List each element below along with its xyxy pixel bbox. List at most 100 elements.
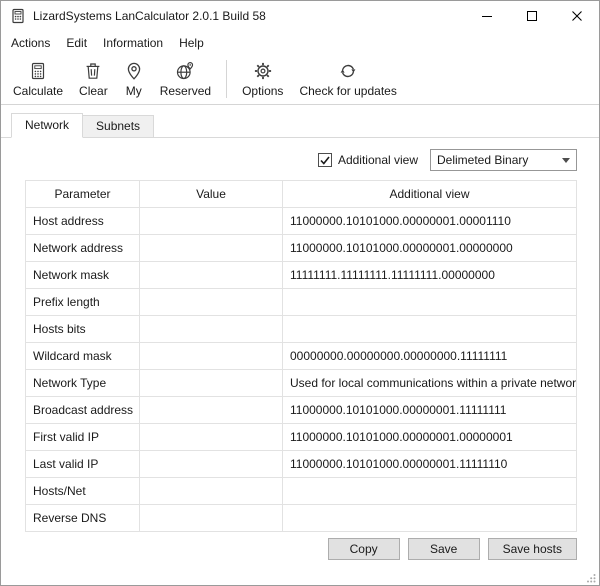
value-cell[interactable] bbox=[140, 208, 283, 235]
additional-view-cell[interactable]: 11111111.11111111.11111111.00000000 bbox=[283, 262, 577, 289]
additional-view-cell[interactable] bbox=[283, 316, 577, 343]
additional-view-cell[interactable] bbox=[283, 289, 577, 316]
options-button[interactable]: Options bbox=[234, 57, 291, 101]
view-options-row: Additional view Delimeted Binary bbox=[1, 138, 599, 178]
format-select-value: Delimeted Binary bbox=[437, 153, 558, 167]
additional-view-cell[interactable]: Used for local communications within a p… bbox=[283, 370, 577, 397]
additional-view-cell[interactable]: 11000000.10101000.00000001.00001110 bbox=[283, 208, 577, 235]
value-cell[interactable] bbox=[140, 316, 283, 343]
check-for-updates-button[interactable]: Check for updates bbox=[291, 57, 404, 101]
my-label: My bbox=[126, 84, 142, 98]
table-header-row: Parameter Value Additional view bbox=[26, 181, 577, 208]
parameter-cell[interactable]: Hosts bits bbox=[26, 316, 140, 343]
table-row: Last valid IP 11000000.10101000.00000001.… bbox=[26, 451, 577, 478]
value-cell[interactable] bbox=[140, 343, 283, 370]
table-row: Network Type Used for local communication… bbox=[26, 370, 577, 397]
additional-view-cell[interactable]: 11000000.10101000.00000001.00000001 bbox=[283, 424, 577, 451]
additional-view-cell[interactable]: 00000000.00000000.00000000.11111111 bbox=[283, 343, 577, 370]
minimize-button[interactable] bbox=[464, 1, 509, 31]
toolbar: Calculate Clear My Reserved Options bbox=[1, 54, 599, 105]
save-hosts-button[interactable]: Save hosts bbox=[488, 538, 577, 560]
parameter-cell[interactable]: Host address bbox=[26, 208, 140, 235]
trash-icon bbox=[83, 61, 103, 81]
checkmark-icon bbox=[320, 156, 330, 165]
maximize-button[interactable] bbox=[509, 1, 554, 31]
value-cell[interactable] bbox=[140, 370, 283, 397]
value-cell[interactable] bbox=[140, 424, 283, 451]
tab-subnets[interactable]: Subnets bbox=[83, 115, 154, 138]
table-row: Prefix length bbox=[26, 289, 577, 316]
additional-view-checkbox[interactable] bbox=[318, 153, 332, 167]
menu-help[interactable]: Help bbox=[171, 33, 212, 53]
parameter-cell[interactable]: Network address bbox=[26, 235, 140, 262]
toolbar-separator bbox=[226, 60, 227, 98]
parameter-cell[interactable]: First valid IP bbox=[26, 424, 140, 451]
parameter-cell[interactable]: Hosts/Net bbox=[26, 478, 140, 505]
maximize-icon bbox=[527, 11, 537, 21]
parameter-cell[interactable]: Last valid IP bbox=[26, 451, 140, 478]
value-cell[interactable] bbox=[140, 451, 283, 478]
window-controls bbox=[464, 1, 599, 31]
options-label: Options bbox=[242, 84, 283, 98]
additional-view-cell[interactable] bbox=[283, 505, 577, 532]
network-tab-panel: Additional view Delimeted Binary Paramet… bbox=[1, 138, 599, 585]
parameter-cell[interactable]: Network Type bbox=[26, 370, 140, 397]
save-button[interactable]: Save bbox=[408, 538, 480, 560]
menu-actions[interactable]: Actions bbox=[3, 33, 58, 53]
parameter-cell[interactable]: Reverse DNS bbox=[26, 505, 140, 532]
footer-buttons: Copy Save Save hosts bbox=[1, 532, 599, 560]
parameter-cell[interactable]: Network mask bbox=[26, 262, 140, 289]
value-cell[interactable] bbox=[140, 478, 283, 505]
column-header-additional-view: Additional view bbox=[283, 181, 577, 208]
additional-view-cell[interactable]: 11000000.10101000.00000001.00000000 bbox=[283, 235, 577, 262]
tab-network[interactable]: Network bbox=[11, 113, 83, 138]
clear-button[interactable]: Clear bbox=[71, 57, 116, 101]
value-cell[interactable] bbox=[140, 289, 283, 316]
resize-grip-icon bbox=[586, 573, 596, 583]
table-row: Hosts bits bbox=[26, 316, 577, 343]
app-window: LizardSystems LanCalculator 2.0.1 Build … bbox=[0, 0, 600, 586]
reserved-label: Reserved bbox=[160, 84, 211, 98]
value-cell[interactable] bbox=[140, 505, 283, 532]
gear-icon bbox=[253, 61, 273, 81]
chevron-down-icon bbox=[562, 158, 570, 163]
calculate-button[interactable]: Calculate bbox=[5, 57, 71, 101]
additional-view-cell[interactable] bbox=[283, 478, 577, 505]
menu-information[interactable]: Information bbox=[95, 33, 171, 53]
close-button[interactable] bbox=[554, 1, 599, 31]
check-for-updates-label: Check for updates bbox=[299, 84, 396, 98]
value-cell[interactable] bbox=[140, 397, 283, 424]
calculate-label: Calculate bbox=[13, 84, 63, 98]
parameter-cell[interactable]: Wildcard mask bbox=[26, 343, 140, 370]
table-row: Wildcard mask 00000000.00000000.00000000.… bbox=[26, 343, 577, 370]
globe-pin-icon bbox=[175, 61, 195, 81]
table-row: Host address 11000000.10101000.00000001.0… bbox=[26, 208, 577, 235]
value-cell[interactable] bbox=[140, 262, 283, 289]
clear-label: Clear bbox=[79, 84, 108, 98]
parameter-cell[interactable]: Broadcast address bbox=[26, 397, 140, 424]
menu-bar: Actions Edit Information Help bbox=[1, 31, 599, 54]
column-header-parameter: Parameter bbox=[26, 181, 140, 208]
parameter-cell[interactable]: Prefix length bbox=[26, 289, 140, 316]
reserved-button[interactable]: Reserved bbox=[152, 57, 219, 101]
table-row: Reverse DNS bbox=[26, 505, 577, 532]
copy-button[interactable]: Copy bbox=[328, 538, 400, 560]
table-row: Broadcast address 11000000.10101000.00000… bbox=[26, 397, 577, 424]
tab-bar: Network Subnets bbox=[1, 105, 599, 138]
window-title: LizardSystems LanCalculator 2.0.1 Build … bbox=[33, 9, 266, 23]
results-table: Parameter Value Additional view Host add… bbox=[25, 180, 577, 532]
title-bar: LizardSystems LanCalculator 2.0.1 Build … bbox=[1, 1, 599, 31]
table-row: Hosts/Net bbox=[26, 478, 577, 505]
refresh-icon bbox=[338, 61, 358, 81]
table-row: First valid IP 11000000.10101000.00000001… bbox=[26, 424, 577, 451]
value-cell[interactable] bbox=[140, 235, 283, 262]
table-row: Network address 11000000.10101000.0000000… bbox=[26, 235, 577, 262]
my-button[interactable]: My bbox=[116, 57, 152, 101]
additional-view-cell[interactable]: 11000000.10101000.00000001.11111110 bbox=[283, 451, 577, 478]
resize-grip-handle[interactable] bbox=[586, 572, 596, 582]
menu-edit[interactable]: Edit bbox=[58, 33, 95, 53]
additional-view-label[interactable]: Additional view bbox=[338, 153, 418, 167]
additional-view-cell[interactable]: 11000000.10101000.00000001.11111111 bbox=[283, 397, 577, 424]
table-row: Network mask 11111111.11111111.11111111.0… bbox=[26, 262, 577, 289]
format-select[interactable]: Delimeted Binary bbox=[430, 149, 577, 171]
